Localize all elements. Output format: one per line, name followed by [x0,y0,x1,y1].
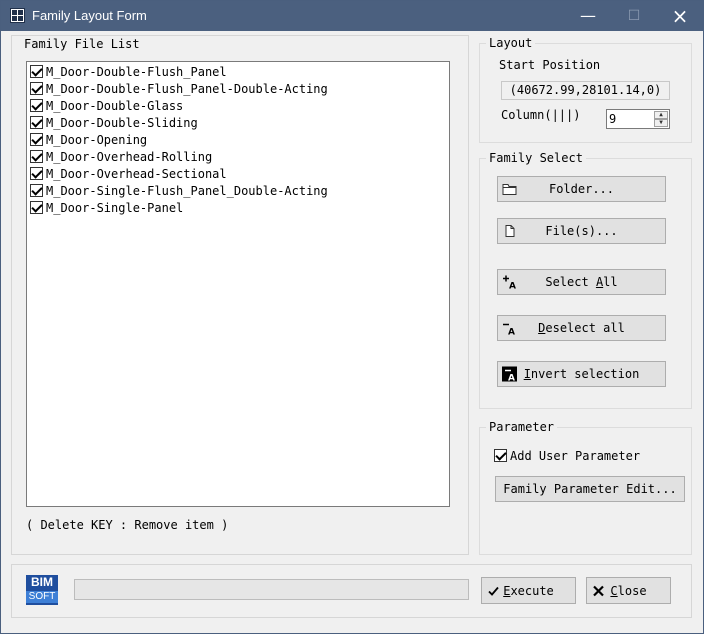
list-item[interactable]: M_Door-Double-Sliding [30,114,198,131]
spin-down-icon[interactable]: ▼ [654,119,668,127]
item-checkbox[interactable] [30,99,43,112]
column-input[interactable] [609,111,653,127]
parameter-label: Parameter [486,419,558,435]
invert-selection-button[interactable]: A Invert selection [497,361,666,387]
list-item-label: M_Door-Overhead-Sectional [46,166,227,181]
checkbox-icon[interactable] [494,449,507,462]
start-position-label: Start Position [499,58,601,72]
list-item[interactable]: M_Door-Double-Flush_Panel-Double-Acting [30,80,328,97]
delete-key-hint: ( Delete KEY : Remove item ) [26,518,229,532]
list-item-label: M_Door-Double-Glass [46,98,184,113]
list-item[interactable]: M_Door-Overhead-Rolling [30,148,212,165]
spin-up-icon[interactable]: ▲ [654,111,668,119]
files-button[interactable]: File(s)... [497,218,666,244]
list-item-label: M_Door-Opening [46,132,148,147]
select-all-label: Select All [545,275,618,289]
select-all-button[interactable]: A Select All [497,269,666,295]
close-label: Close [610,583,647,598]
folder-button[interactable]: Folder... [497,176,666,202]
files-button-label: File(s)... [545,224,618,238]
close-button[interactable]: Close [586,577,671,604]
family-file-list-label: Family File List [21,36,143,52]
item-checkbox[interactable] [30,201,43,214]
column-label: Column(|||) [501,108,581,122]
list-item[interactable]: M_Door-Single-Panel [30,199,183,216]
list-item[interactable]: M_Door-Single-Flush_Panel_Double-Acting [30,182,328,199]
list-item-label: M_Door-Double-Flush_Panel [46,64,227,79]
start-position-value: (40672.99,28101.14,0) [501,81,670,100]
item-checkbox[interactable] [30,150,43,163]
add-user-parameter-label: Add User Parameter [510,448,641,463]
item-checkbox[interactable] [30,184,43,197]
family-layout-window: Family Layout Form — ☐ × Family File Lis… [0,0,704,634]
list-item[interactable]: M_Door-Double-Glass [30,97,183,114]
app-icon [10,8,25,23]
maximize-button: ☐ [627,8,641,24]
execute-label: Execute [503,583,554,598]
layout-label: Layout [486,35,536,51]
item-checkbox[interactable] [30,116,43,129]
folder-button-label: Folder... [548,182,615,196]
list-item-label: M_Door-Double-Sliding [46,115,198,130]
family-parameter-edit-label: Family Parameter Edit... [503,482,677,496]
list-item[interactable]: M_Door-Double-Flush_Panel [30,63,227,80]
item-checkbox[interactable] [30,82,43,95]
family-parameter-edit-button[interactable]: Family Parameter Edit... [495,476,685,502]
add-user-parameter-checkbox[interactable]: Add User Parameter [494,447,640,464]
logo-text-bim: BIM [31,575,53,589]
list-item[interactable]: M_Door-Opening [30,131,147,148]
list-item-label: M_Door-Double-Flush_Panel-Double-Acting [46,81,328,96]
title-bar[interactable]: Family Layout Form — ☐ × [1,1,703,31]
bimsoft-logo: BIM SOFT [26,575,58,605]
item-checkbox[interactable] [30,133,43,146]
window-title: Family Layout Form [32,8,147,23]
family-file-listbox[interactable]: M_Door-Double-Flush_Panel M_Door-Double-… [26,61,450,507]
invert-selection-label: Invert selection [523,367,640,381]
close-window-button[interactable]: × [657,1,703,31]
item-checkbox[interactable] [30,65,43,78]
deselect-all-label: Deselect all [538,321,625,335]
list-item-label: M_Door-Single-Flush_Panel_Double-Acting [46,183,328,198]
deselect-all-button[interactable]: A Deselect all [497,315,666,341]
logo-text-soft: SOFT [26,591,58,603]
list-item[interactable]: M_Door-Overhead-Sectional [30,165,227,182]
progress-bar [74,579,469,600]
column-stepper[interactable]: ▲ ▼ [606,109,670,129]
family-select-label: Family Select [486,150,586,166]
item-checkbox[interactable] [30,167,43,180]
list-item-label: M_Door-Overhead-Rolling [46,149,213,164]
execute-button[interactable]: Execute [481,577,576,604]
list-item-label: M_Door-Single-Panel [46,200,184,215]
minimize-button[interactable]: — [565,1,611,31]
